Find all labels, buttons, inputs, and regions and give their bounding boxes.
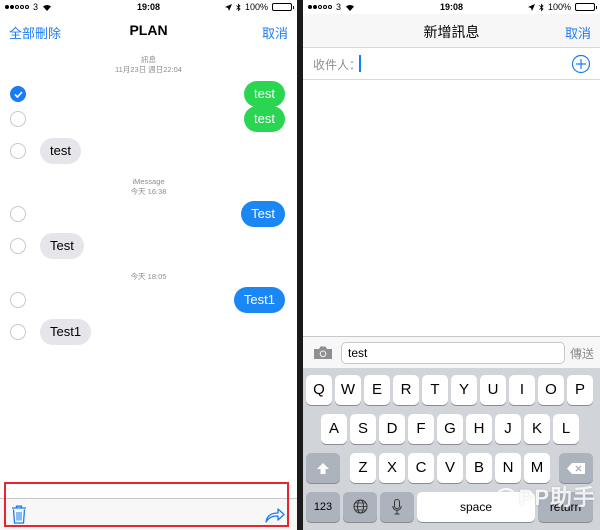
message-select-checkbox[interactable] (10, 143, 26, 159)
dictation-key[interactable] (380, 492, 414, 522)
message-bubble-received[interactable]: Test1 (40, 319, 92, 345)
recipient-label: 收件人： (313, 58, 362, 72)
key-s[interactable]: S (350, 414, 376, 444)
key-b[interactable]: B (466, 453, 492, 483)
key-e[interactable]: E (364, 375, 390, 405)
key-t[interactable]: T (422, 375, 448, 405)
battery-percent: 100% (547, 2, 571, 12)
message-bubble-sent[interactable]: test (244, 81, 285, 107)
status-bar: 3 19:08 100% (303, 0, 600, 14)
message-select-checkbox[interactable] (10, 292, 26, 308)
numbers-key[interactable]: 123 (306, 492, 340, 522)
text-cursor (359, 55, 361, 72)
message-bubble-received[interactable]: Test (40, 233, 84, 259)
pp-logo-icon (494, 488, 517, 511)
bluetooth-icon (236, 3, 241, 11)
globe-icon (353, 499, 367, 514)
new-message-screen: 3 19:08 100% 新增訊息 取消 收件人： test 傳送 Q W E … (303, 0, 600, 530)
cancel-button[interactable]: 取消 (262, 23, 288, 42)
key-j[interactable]: J (495, 414, 521, 444)
key-g[interactable]: G (437, 414, 463, 444)
key-a[interactable]: A (321, 414, 347, 444)
key-v[interactable]: V (437, 453, 463, 483)
message-select-checkbox[interactable] (10, 86, 26, 102)
conversation-title: PLAN (129, 22, 168, 38)
battery-percent: 100% (244, 2, 268, 12)
key-m[interactable]: M (524, 453, 550, 483)
key-f[interactable]: F (408, 414, 434, 444)
bluetooth-icon (539, 3, 544, 11)
highlight-box (4, 482, 289, 527)
recipient-field[interactable]: 收件人： (303, 48, 600, 80)
message-bubble-received[interactable]: test (40, 138, 81, 164)
message-select-checkbox[interactable] (10, 324, 26, 340)
send-button[interactable]: 傳送 (570, 345, 594, 362)
new-message-title: 新增訊息 (423, 24, 480, 40)
key-y[interactable]: Y (451, 375, 477, 405)
message-bubble-sent[interactable]: test (244, 106, 285, 132)
key-w[interactable]: W (335, 375, 361, 405)
battery-icon (272, 3, 294, 11)
message-select-checkbox[interactable] (10, 206, 26, 222)
cancel-button[interactable]: 取消 (565, 23, 591, 42)
message-select-checkbox[interactable] (10, 238, 26, 254)
globe-key[interactable] (343, 492, 377, 522)
battery-icon (575, 3, 597, 11)
camera-icon[interactable] (313, 345, 333, 360)
key-r[interactable]: R (393, 375, 419, 405)
microphone-icon (392, 499, 402, 515)
keyboard: Q W E R T Y U I O P A S D F G H J K L Z … (303, 368, 600, 530)
watermark: PP助手 (494, 480, 596, 512)
message-input[interactable]: test (341, 342, 565, 364)
key-l[interactable]: L (553, 414, 579, 444)
key-x[interactable]: X (379, 453, 405, 483)
key-i[interactable]: I (509, 375, 535, 405)
navigation-bar: 新增訊息 取消 (303, 14, 600, 48)
messages-edit-screen: 3 19:08 100% 全部刪除 PLAN 取消 訊息 11月23日 週日22… (0, 0, 297, 530)
key-z[interactable]: Z (350, 453, 376, 483)
backspace-icon (567, 463, 585, 474)
add-contact-icon[interactable] (571, 54, 591, 74)
key-n[interactable]: N (495, 453, 521, 483)
key-u[interactable]: U (480, 375, 506, 405)
key-p[interactable]: P (567, 375, 593, 405)
timestamp-header: iMessage 今天 16:38 (130, 177, 167, 196)
key-k[interactable]: K (524, 414, 550, 444)
message-select-checkbox[interactable] (10, 111, 26, 127)
key-q[interactable]: Q (306, 375, 332, 405)
message-bubble-sent[interactable]: Test (241, 201, 285, 227)
key-c[interactable]: C (408, 453, 434, 483)
status-bar: 3 19:08 100% (0, 0, 297, 14)
location-icon (224, 3, 232, 11)
checkmark-icon (14, 91, 23, 98)
shift-key[interactable] (306, 453, 340, 483)
backspace-key[interactable] (559, 453, 593, 483)
key-d[interactable]: D (379, 414, 405, 444)
timestamp-header: 訊息 11月23日 週日22:04 (115, 55, 182, 74)
compose-bar: test 傳送 (303, 336, 600, 368)
key-o[interactable]: O (538, 375, 564, 405)
key-h[interactable]: H (466, 414, 492, 444)
location-icon (527, 3, 535, 11)
navigation-bar: 全部刪除 PLAN 取消 (0, 14, 297, 48)
message-bubble-sent[interactable]: Test1 (233, 287, 285, 313)
shift-icon (317, 463, 329, 474)
timestamp-header: 今天 18:05 (130, 272, 167, 281)
